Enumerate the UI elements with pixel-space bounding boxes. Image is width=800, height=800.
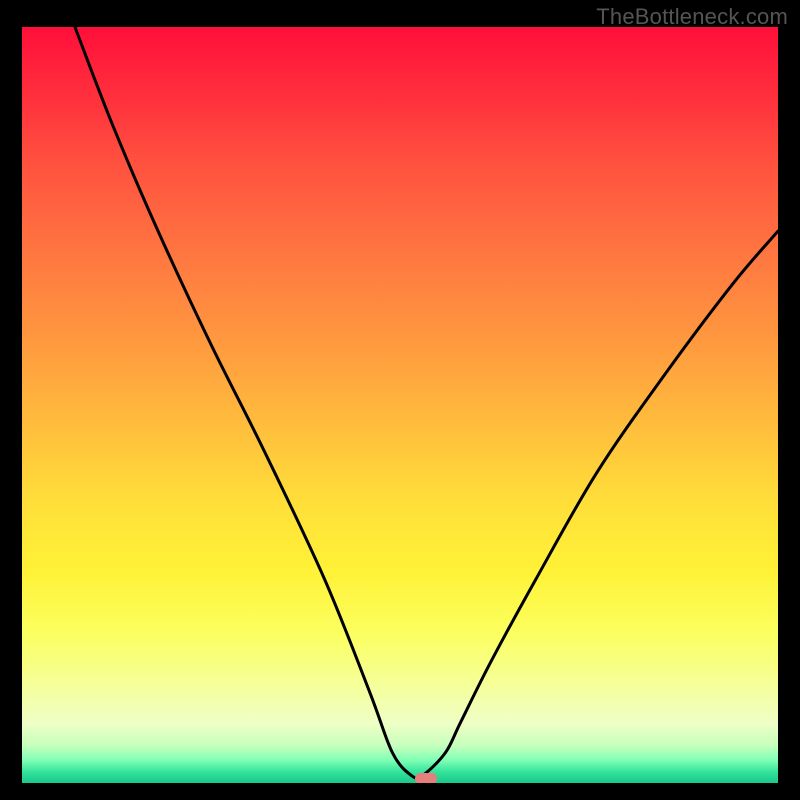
chart-frame: TheBottleneck.com bbox=[0, 0, 800, 800]
bottleneck-curve bbox=[22, 27, 778, 783]
optimum-marker bbox=[415, 773, 437, 783]
watermark-text: TheBottleneck.com bbox=[596, 4, 788, 30]
plot-area bbox=[22, 27, 778, 783]
